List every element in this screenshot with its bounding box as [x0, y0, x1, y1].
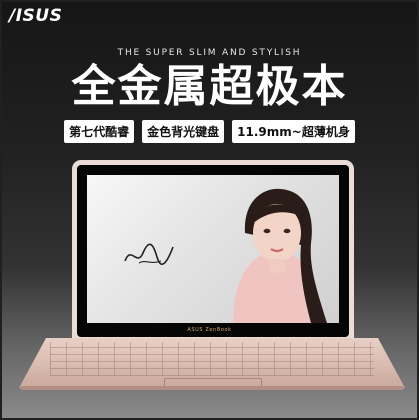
product-banner: /ISUS THE SUPER SLIM AND STYLISH 全金属超极本 … — [0, 0, 419, 420]
screen-brand-label: ASUS ZenBook — [187, 327, 232, 333]
feature-badge-thickness: 11.9mm~超薄机身 — [232, 120, 355, 143]
laptop-keyboard — [50, 342, 374, 376]
asus-logo: /ISUS — [9, 6, 63, 26]
signature-image — [124, 243, 174, 266]
laptop-base-edge — [19, 386, 405, 390]
feature-badges: 第七代酷睿 金色背光键盘 11.9mm~超薄机身 — [2, 120, 417, 143]
headline: 全金属超极本 — [71, 61, 348, 112]
laptop-screen — [87, 175, 339, 323]
tagline: THE SUPER SLIM AND STYLISH — [117, 48, 302, 58]
feature-badge-cpu: 第七代酷睿 — [64, 120, 135, 143]
feature-badge-keyboard: 金色背光键盘 — [142, 120, 225, 143]
model-portrait-image — [233, 188, 327, 323]
